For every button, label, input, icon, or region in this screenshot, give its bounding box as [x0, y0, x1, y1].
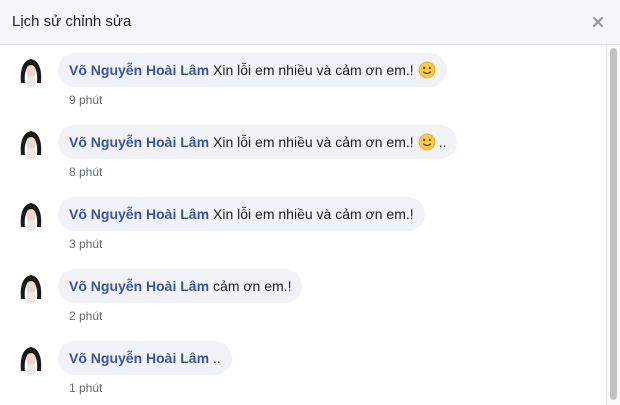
author-name[interactable]: Võ Nguyễn Hoài Lâm — [69, 206, 209, 222]
list-item: Võ Nguyễn Hoài Lâm cảm ơn em.! 2 phút — [0, 261, 606, 331]
close-button[interactable] — [588, 12, 608, 32]
avatar[interactable] — [14, 125, 48, 159]
comment-text: Xin lỗi em nhiều và cảm ơn em.! — [213, 134, 414, 150]
list-item: Võ Nguyễn Hoài Lâm.. 1 phút — [0, 333, 606, 403]
comment-bubble: Võ Nguyễn Hoài Lâm Xin lỗi em nhiều và cả… — [58, 53, 447, 87]
dialog-title: Lịch sử chỉnh sửa — [12, 13, 132, 30]
avatar[interactable] — [14, 197, 48, 231]
slightly-smiling-face-icon — [418, 57, 436, 91]
edit-history-list: Võ Nguyễn Hoài Lâm Xin lỗi em nhiều và cả… — [0, 45, 606, 405]
slightly-smiling-face-icon — [418, 129, 436, 163]
author-name[interactable]: Võ Nguyễn Hoài Lâm — [69, 350, 209, 366]
author-name[interactable]: Võ Nguyễn Hoài Lâm — [69, 62, 209, 78]
comment-text: Xin lỗi em nhiều và cảm ơn em.! — [213, 206, 414, 222]
close-icon — [593, 17, 603, 27]
dialog-header: Lịch sử chỉnh sửa — [0, 0, 620, 45]
avatar[interactable] — [14, 53, 48, 87]
timestamp: 3 phút — [69, 237, 103, 251]
comment-suffix: .. — [438, 134, 447, 150]
list-item: Võ Nguyễn Hoài Lâm Xin lỗi em nhiều và cả… — [0, 45, 606, 115]
scrollbar-thumb[interactable] — [610, 48, 617, 400]
author-name[interactable]: Võ Nguyễn Hoài Lâm — [69, 134, 209, 150]
comment-text: Xin lỗi em nhiều và cảm ơn em.! — [213, 62, 414, 78]
timestamp: 2 phút — [69, 309, 103, 323]
comment-text: cảm ơn em.! — [213, 278, 292, 294]
list-item: Võ Nguyễn Hoài Lâm Xin lỗi em nhiều và cả… — [0, 189, 606, 259]
comment-bubble: Võ Nguyễn Hoài Lâm cảm ơn em.! — [58, 269, 303, 303]
avatar[interactable] — [14, 269, 48, 303]
comment-bubble: Võ Nguyễn Hoài Lâm Xin lỗi em nhiều và cả… — [58, 125, 458, 159]
list-item: Võ Nguyễn Hoài Lâm Xin lỗi em nhiều và cả… — [0, 117, 606, 187]
avatar[interactable] — [14, 341, 48, 375]
author-name[interactable]: Võ Nguyễn Hoài Lâm — [69, 278, 209, 294]
timestamp: 9 phút — [69, 93, 103, 107]
comment-bubble: Võ Nguyễn Hoài Lâm Xin lỗi em nhiều và cả… — [58, 197, 425, 231]
comment-bubble: Võ Nguyễn Hoài Lâm.. — [58, 341, 232, 375]
timestamp: 8 phút — [69, 165, 103, 179]
timestamp: 1 phút — [69, 381, 103, 395]
comment-text: .. — [213, 350, 221, 366]
